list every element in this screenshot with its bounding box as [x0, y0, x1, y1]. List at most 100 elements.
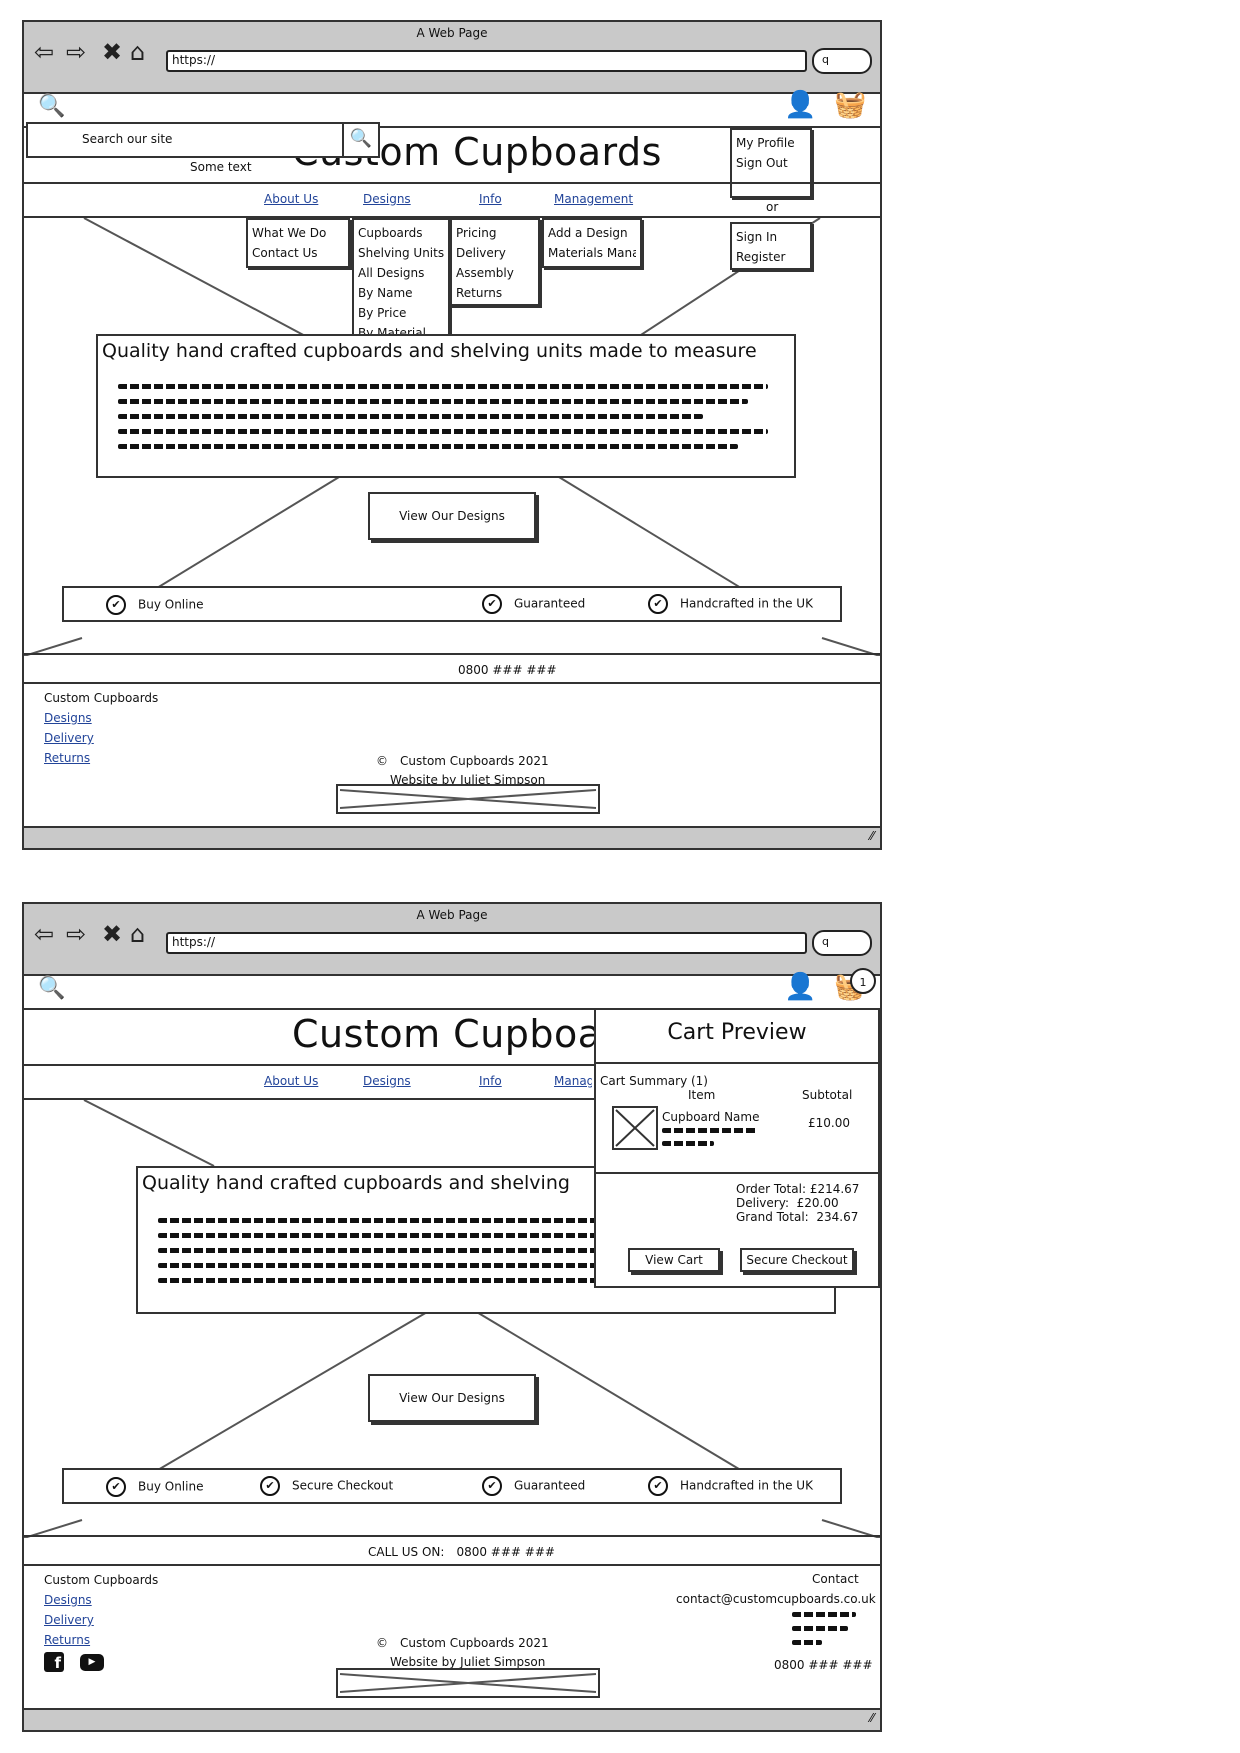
- placeholder-text-line: [118, 399, 748, 404]
- dropdown-designs: Cupboards Shelving Units All Designs By …: [352, 218, 450, 340]
- window-title: A Web Page: [416, 26, 488, 40]
- search-icon[interactable]: 🔍: [38, 978, 65, 1000]
- back-arrow-icon[interactable]: ⇦: [34, 40, 54, 64]
- menu-item-materials-management[interactable]: Materials Manag: [548, 243, 636, 263]
- menu-item-assembly[interactable]: Assembly: [456, 263, 534, 283]
- menu-item-add-design[interactable]: Add a Design: [548, 223, 636, 243]
- delivery-cost: Delivery: £20.00: [736, 1196, 839, 1210]
- menu-item-sign-out[interactable]: Sign Out: [736, 153, 806, 173]
- search-input[interactable]: Search our site: [26, 122, 344, 158]
- youtube-icon[interactable]: ▶: [80, 1654, 104, 1671]
- cart-title-divider: [596, 1062, 878, 1064]
- secure-checkout-button[interactable]: Secure Checkout: [740, 1248, 854, 1272]
- nav-about-us[interactable]: About Us: [264, 1074, 318, 1088]
- browser-status-bar: ⁄⁄: [24, 1708, 880, 1730]
- browser-status-bar: ⁄⁄: [24, 826, 880, 848]
- nav-info[interactable]: Info: [479, 1074, 502, 1088]
- browser-window-cart-preview: A Web Page ⇦ ⇨ ✖ ⌂ https:// q 🔍 👤 🧺 1 Cu…: [22, 902, 882, 1732]
- resize-handle-icon[interactable]: ⁄⁄: [870, 1711, 874, 1725]
- search-bar: Search our site 🔍: [26, 122, 380, 158]
- menu-item-all-designs[interactable]: All Designs: [358, 263, 444, 283]
- feature-buy-online: ✔ Buy Online: [106, 1477, 203, 1497]
- nav-management[interactable]: Management: [554, 192, 633, 206]
- nav-designs[interactable]: Designs: [363, 1074, 411, 1088]
- home-icon[interactable]: ⌂: [130, 922, 145, 946]
- search-submit-button[interactable]: 🔍: [342, 122, 380, 158]
- browser-search-field[interactable]: q: [812, 930, 872, 956]
- placeholder-text-line: [158, 1248, 598, 1253]
- facebook-icon[interactable]: f: [44, 1652, 64, 1672]
- resize-handle-icon[interactable]: ⁄⁄: [870, 829, 874, 843]
- placeholder-text-line: [792, 1626, 848, 1631]
- close-icon[interactable]: ✖: [102, 40, 122, 64]
- menu-item-my-profile[interactable]: My Profile: [736, 133, 806, 153]
- menu-item-by-name[interactable]: By Name: [358, 283, 444, 303]
- search-icon[interactable]: 🔍: [38, 96, 65, 118]
- placeholder-text-line: [158, 1218, 598, 1223]
- site-credit: Website by Juliet Simpson: [390, 1655, 546, 1669]
- footer-link-delivery[interactable]: Delivery: [44, 731, 94, 745]
- check-circle-icon: ✔: [648, 594, 668, 614]
- footer-link-designs[interactable]: Designs: [44, 1593, 92, 1607]
- footer-link-designs[interactable]: Designs: [44, 711, 92, 725]
- feature-buy-online: ✔ Buy Online: [106, 595, 203, 615]
- nav-about-us[interactable]: About Us: [264, 192, 318, 206]
- view-designs-button[interactable]: View Our Designs: [368, 1374, 536, 1422]
- forward-arrow-icon[interactable]: ⇨: [66, 40, 86, 64]
- url-bar[interactable]: https://: [166, 932, 807, 954]
- menu-item-returns[interactable]: Returns: [456, 283, 534, 303]
- footer-link-returns[interactable]: Returns: [44, 1633, 90, 1647]
- cart-item-name[interactable]: Cupboard Name: [662, 1110, 759, 1124]
- home-icon[interactable]: ⌂: [130, 40, 145, 64]
- menu-item-sign-in[interactable]: Sign In: [736, 227, 806, 247]
- footer-logo-placeholder: [336, 784, 600, 814]
- user-icon[interactable]: 👤: [784, 974, 816, 1000]
- features-strip: ✔ Buy Online ✔ Guaranteed ✔ Handcrafted in …: [62, 586, 842, 622]
- search-icon: q: [822, 935, 829, 948]
- view-cart-button[interactable]: View Cart: [628, 1248, 720, 1272]
- placeholder-text-line: [118, 429, 768, 434]
- nav-info[interactable]: Info: [479, 192, 502, 206]
- footer-link-returns[interactable]: Returns: [44, 751, 90, 765]
- basket-icon[interactable]: 🧺: [834, 92, 866, 118]
- menu-item-by-price[interactable]: By Price: [358, 303, 444, 323]
- check-circle-icon: ✔: [106, 595, 126, 615]
- menu-item-cupboards[interactable]: Cupboards: [358, 223, 444, 243]
- menu-item-shelving-units[interactable]: Shelving Units: [358, 243, 444, 263]
- window-title: A Web Page: [416, 908, 488, 922]
- dropdown-management: Add a Design Materials Manag: [542, 218, 642, 268]
- search-icon: q: [822, 53, 829, 66]
- footer-brand: Custom Cupboards: [44, 1573, 159, 1587]
- url-bar[interactable]: https://: [166, 50, 807, 72]
- menu-item-delivery[interactable]: Delivery: [456, 243, 534, 263]
- placeholder-text-line: [792, 1612, 856, 1617]
- footer-divider: [24, 1564, 880, 1566]
- menu-item-what-we-do[interactable]: What We Do: [252, 223, 344, 243]
- feature-secure-checkout: ✔ Secure Checkout: [260, 1476, 393, 1496]
- nav-management[interactable]: Management: [554, 1074, 592, 1088]
- browser-search-field[interactable]: q: [812, 48, 872, 74]
- phone-banner: CALL US ON: 0800 ### ###: [368, 1545, 555, 1559]
- contact-phone: 0800 ### ###: [774, 1658, 873, 1672]
- forward-arrow-icon[interactable]: ⇨: [66, 922, 86, 946]
- user-icon[interactable]: 👤: [784, 92, 816, 118]
- menu-item-register[interactable]: Register: [736, 247, 806, 267]
- phone-number: 0800 ### ###: [458, 663, 557, 677]
- menu-item-pricing[interactable]: Pricing: [456, 223, 534, 243]
- browser-toolbar: A Web Page ⇦ ⇨ ✖ ⌂ https:// q: [24, 22, 880, 94]
- dropdown-about: What We Do Contact Us: [246, 218, 350, 268]
- back-arrow-icon[interactable]: ⇦: [34, 922, 54, 946]
- nav-top-border: [24, 182, 880, 184]
- menu-item-contact-us[interactable]: Contact Us: [252, 243, 344, 263]
- close-icon[interactable]: ✖: [102, 922, 122, 946]
- view-designs-button[interactable]: View Our Designs: [368, 492, 536, 540]
- footer-link-delivery[interactable]: Delivery: [44, 1613, 94, 1627]
- placeholder-text-line: [662, 1141, 714, 1146]
- nav-designs[interactable]: Designs: [363, 192, 411, 206]
- browser-window-desktop-nav: A Web Page ⇦ ⇨ ✖ ⌂ https:// q 🔍 👤 🧺 Cust…: [22, 20, 882, 850]
- grand-total: Grand Total: 234.67: [736, 1210, 859, 1224]
- contact-email[interactable]: contact@customcupboards.co.uk: [676, 1592, 876, 1606]
- placeholder-text-line: [118, 384, 768, 389]
- feature-handcrafted: ✔ Handcrafted in the UK: [648, 594, 813, 614]
- cart-item-thumbnail: [612, 1106, 658, 1150]
